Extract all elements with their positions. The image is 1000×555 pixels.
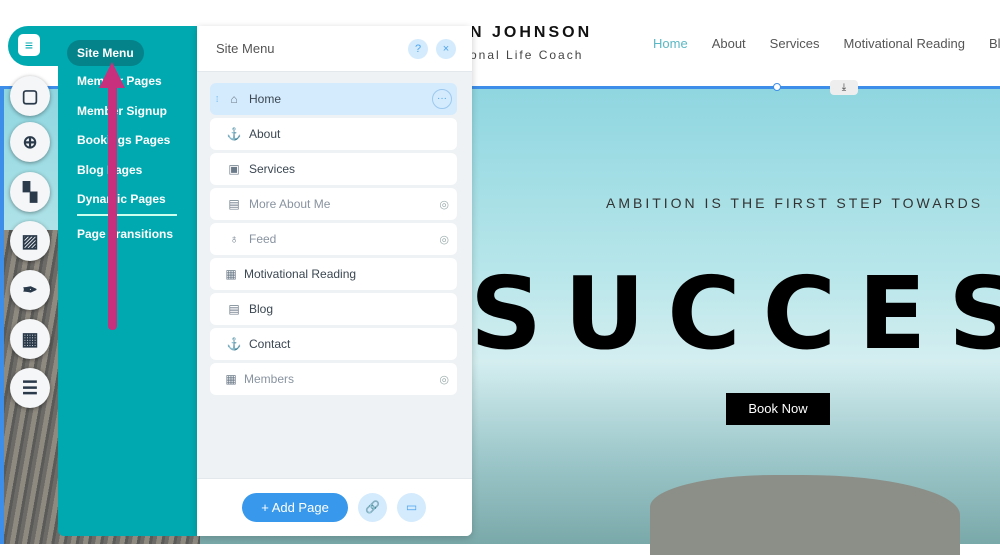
site-menu-panel: Site Menu ? × ⁞ ⌂ Home ··· ⚓ About ▣ Ser… bbox=[197, 26, 472, 536]
page-row-more-about-me[interactable]: ▤ More About Me ◎ bbox=[210, 188, 457, 220]
page-label: Motivational Reading bbox=[244, 267, 357, 281]
download-icon[interactable]: ⤓ bbox=[830, 80, 858, 95]
help-button[interactable]: ? bbox=[408, 39, 428, 59]
page-icon: ▤ bbox=[228, 302, 240, 316]
pages-icon[interactable]: ≡ bbox=[18, 34, 40, 56]
annotation-arrow bbox=[108, 72, 117, 330]
menu-dynamic-pages[interactable]: Dynamic Pages bbox=[77, 192, 166, 206]
database-icon[interactable]: ☰ bbox=[10, 368, 50, 408]
site-nav: Home About Services Motivational Reading… bbox=[653, 36, 1000, 51]
resize-handle[interactable] bbox=[773, 83, 781, 91]
page-row-blog[interactable]: ▤ Blog bbox=[210, 293, 457, 325]
panel-title: Site Menu bbox=[216, 41, 275, 56]
add-folder-icon[interactable]: ▭ bbox=[397, 493, 426, 522]
page-row-motivational-reading[interactable]: ▦ Motivational Reading bbox=[210, 258, 457, 290]
page-label: Services bbox=[249, 162, 296, 176]
panel-header: Site Menu ? × bbox=[197, 26, 472, 72]
feed-icon: ♁ bbox=[229, 232, 239, 246]
hero-tagline: AMBITION IS THE FIRST STEP TOWARDS bbox=[606, 195, 984, 211]
page-row-members[interactable]: ▦ Members ◎ bbox=[210, 363, 457, 395]
nav-services[interactable]: Services bbox=[770, 36, 820, 51]
bookings-page-icon: ▣ bbox=[228, 162, 240, 176]
site-menu-sidebar bbox=[58, 26, 198, 536]
nav-home[interactable]: Home bbox=[653, 36, 688, 51]
home-icon: ⌂ bbox=[230, 92, 238, 106]
rock-image bbox=[650, 475, 960, 555]
menu-divider bbox=[77, 214, 177, 216]
book-now-button[interactable]: Book Now bbox=[726, 393, 830, 425]
hidden-eye-icon: ◎ bbox=[439, 233, 449, 246]
close-button[interactable]: × bbox=[436, 39, 456, 59]
page-row-feed[interactable]: ♁ Feed ◎ bbox=[210, 223, 457, 255]
add-icon[interactable]: ⊕ bbox=[10, 122, 50, 162]
hidden-eye-icon: ◎ bbox=[439, 198, 449, 211]
anchor-icon: ⚓ bbox=[226, 337, 242, 351]
anchor-icon: ⚓ bbox=[226, 127, 242, 141]
media-icon[interactable]: ▨ bbox=[10, 221, 50, 261]
page-icon: ▤ bbox=[228, 197, 240, 211]
bookings-icon[interactable]: ▦ bbox=[10, 319, 50, 359]
page-row-services[interactable]: ▣ Services bbox=[210, 153, 457, 185]
dynamic-page-icon: ▦ bbox=[225, 267, 237, 281]
brand-name: N JOHNSON bbox=[470, 24, 593, 41]
menu-member-signup[interactable]: Member Signup bbox=[77, 104, 167, 118]
page-row-home[interactable]: ⁞ ⌂ Home ··· bbox=[210, 83, 457, 115]
page-row-contact[interactable]: ⚓ Contact bbox=[210, 328, 457, 360]
page-label: About bbox=[249, 127, 281, 141]
add-page-button[interactable]: + Add Page bbox=[242, 493, 348, 522]
more-options-button[interactable]: ··· bbox=[432, 89, 452, 109]
blog-pen-icon[interactable]: ✒ bbox=[10, 270, 50, 310]
hero-headline: SUCCES bbox=[470, 255, 1000, 372]
nav-motivational-reading[interactable]: Motivational Reading bbox=[844, 36, 965, 51]
add-link-icon[interactable]: 🔗 bbox=[358, 493, 387, 522]
nav-about[interactable]: About bbox=[712, 36, 746, 51]
page-label: Home bbox=[249, 92, 282, 106]
panel-footer: + Add Page 🔗 ▭ bbox=[197, 478, 472, 536]
page-label: Blog bbox=[249, 302, 274, 316]
menu-page-transitions[interactable]: Page Transitions bbox=[77, 227, 173, 241]
nav-blog[interactable]: Blog bbox=[989, 36, 1000, 51]
hidden-eye-icon: ◎ bbox=[439, 373, 449, 386]
background-icon[interactable]: ▢ bbox=[10, 76, 50, 116]
selection-border bbox=[0, 88, 4, 544]
menu-bookings-pages[interactable]: Bookings Pages bbox=[77, 133, 170, 147]
dynamic-page-icon: ▦ bbox=[225, 372, 237, 386]
page-label: Members bbox=[244, 372, 295, 386]
page-label: More About Me bbox=[249, 197, 331, 211]
drag-handle-icon[interactable]: ⁞ bbox=[216, 95, 218, 104]
apps-icon[interactable]: ▚ bbox=[10, 172, 50, 212]
page-label: Contact bbox=[249, 337, 291, 351]
brand-subtitle: onal Life Coach bbox=[470, 48, 584, 62]
page-row-about[interactable]: ⚓ About bbox=[210, 118, 457, 150]
page-label: Feed bbox=[249, 232, 277, 246]
